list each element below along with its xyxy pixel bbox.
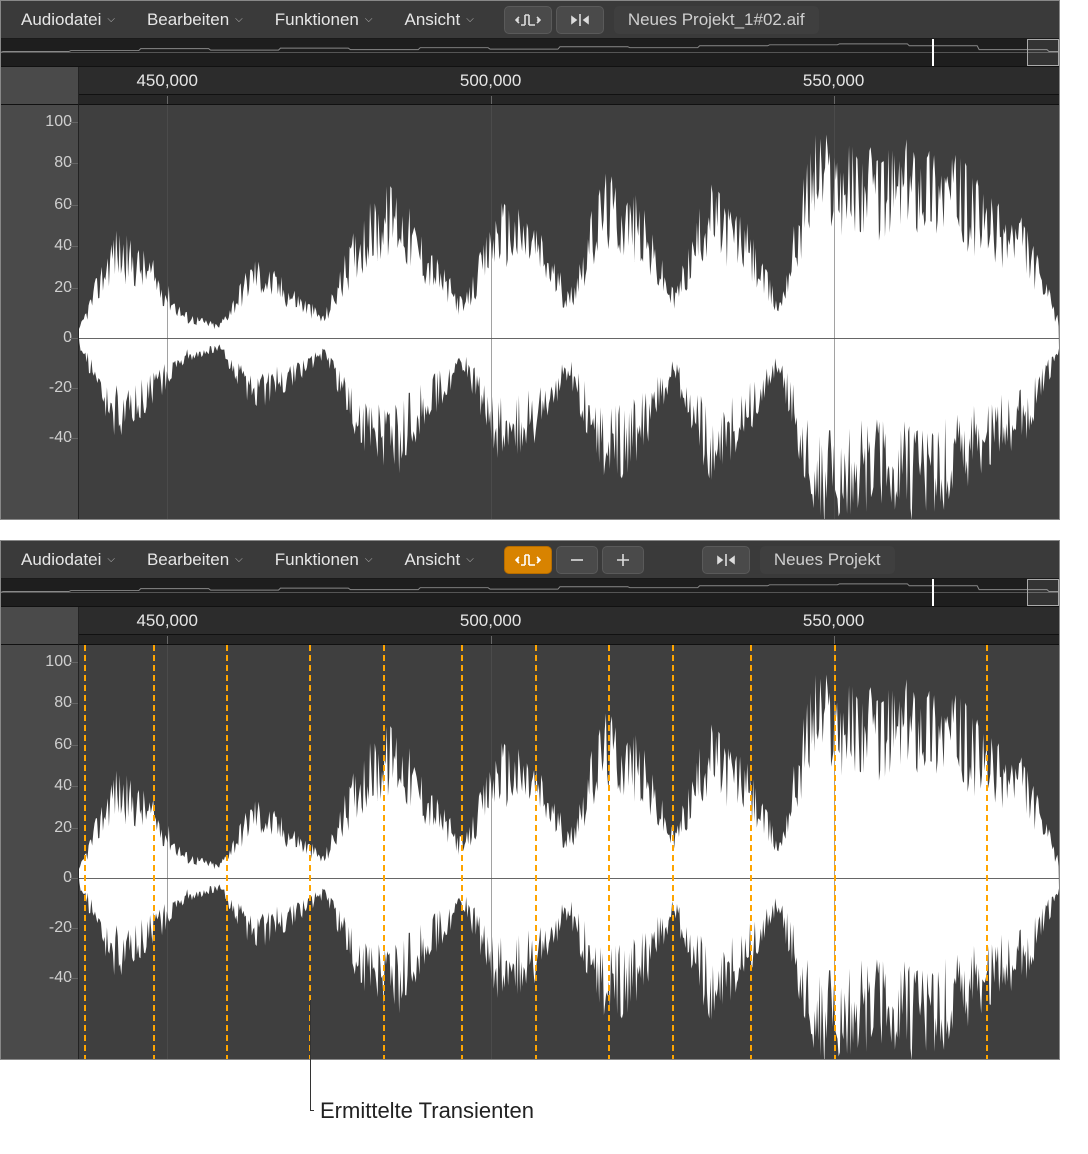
waveform-canvas-bottom[interactable] — [79, 645, 1059, 1060]
transient-marker[interactable] — [153, 645, 155, 1060]
menu-label: Bearbeiten — [147, 550, 229, 570]
plus-icon — [613, 553, 633, 567]
transient-marker[interactable] — [461, 645, 463, 1060]
minus-icon — [567, 553, 587, 567]
transient-edit-icon — [515, 11, 541, 29]
overview-view-window[interactable] — [1027, 39, 1059, 66]
amplitude-axis-top: 100806040200-20-40 — [1, 105, 79, 520]
waveform-area-top: 100806040200-20-40 — [1, 105, 1059, 520]
menu-label: Funktionen — [275, 10, 359, 30]
menu-label: Audiodatei — [21, 10, 101, 30]
menu-audiofile[interactable]: Audiodatei ⌵ — [7, 546, 129, 574]
remove-transient-button[interactable] — [556, 546, 598, 574]
callout-label: Ermittelte Transienten — [320, 1098, 534, 1124]
ruler-bottom[interactable]: 450,000 500,000 550,000 — [79, 607, 1059, 645]
menu-edit[interactable]: Bearbeiten ⌵ — [133, 6, 257, 34]
amplitude-axis-bottom: 100806040200-20-40 — [1, 645, 79, 1060]
overview-playhead[interactable] — [932, 39, 934, 66]
snap-to-transient-button[interactable] — [702, 546, 750, 574]
y-tick-label: -20 — [49, 919, 72, 937]
callout-line-h — [310, 1110, 314, 1111]
file-name-label: Neues Projekt_1#02.aif — [614, 6, 819, 34]
add-transient-button[interactable] — [602, 546, 644, 574]
chevron-down-icon: ⌵ — [235, 554, 243, 565]
menu-audiofile[interactable]: Audiodatei ⌵ — [7, 6, 129, 34]
snap-icon — [567, 11, 593, 29]
y-tick-label: -40 — [49, 969, 72, 987]
y-tick-label: -20 — [49, 379, 72, 397]
callout-line-v — [310, 1000, 311, 1110]
toolbar-top: Audiodatei ⌵ Bearbeiten ⌵ Funktionen ⌵ Ansi… — [1, 1, 1059, 39]
chevron-down-icon: ⌵ — [466, 14, 474, 25]
menu-view[interactable]: Ansicht ⌵ — [390, 6, 487, 34]
ruler-top[interactable]: 450,000 500,000 550,000 — [79, 67, 1059, 105]
transient-marker[interactable] — [672, 645, 674, 1060]
menu-edit[interactable]: Bearbeiten ⌵ — [133, 546, 257, 574]
overview-view-window[interactable] — [1027, 579, 1059, 606]
chevron-down-icon: ⌵ — [365, 554, 373, 565]
menu-functions[interactable]: Funktionen ⌵ — [261, 546, 387, 574]
overview-strip-bottom[interactable] — [1, 579, 1059, 607]
ruler-tick-label: 500,000 — [460, 611, 521, 631]
ruler-tick-label: 550,000 — [803, 71, 864, 91]
waveform-area-bottom: 100806040200-20-40 — [1, 645, 1059, 1060]
chevron-down-icon: ⌵ — [235, 14, 243, 25]
transient-marker[interactable] — [226, 645, 228, 1060]
y-tick-label: 100 — [45, 113, 72, 131]
snap-icon — [713, 551, 739, 569]
chevron-down-icon: ⌵ — [107, 14, 115, 25]
menu-label: Ansicht — [404, 10, 460, 30]
ruler-tick-label: 500,000 — [460, 71, 521, 91]
transient-edit-icon — [515, 551, 541, 569]
transient-marker[interactable] — [84, 645, 86, 1060]
transient-edit-button[interactable] — [504, 546, 552, 574]
waveform-svg — [79, 105, 1059, 520]
transient-edit-button[interactable] — [504, 6, 552, 34]
overview-strip-top[interactable] — [1, 39, 1059, 67]
overview-waveform — [1, 39, 1059, 66]
y-tick-label: 100 — [45, 653, 72, 671]
ruler-tick-label: 550,000 — [803, 611, 864, 631]
transient-marker[interactable] — [834, 645, 836, 1060]
transient-marker[interactable] — [383, 645, 385, 1060]
chevron-down-icon: ⌵ — [365, 14, 373, 25]
chevron-down-icon: ⌵ — [466, 554, 474, 565]
y-tick-label: -40 — [49, 429, 72, 447]
transient-marker[interactable] — [535, 645, 537, 1060]
overview-waveform — [1, 579, 1059, 606]
toolbar-bottom: Audiodatei ⌵ Bearbeiten ⌵ Funktionen ⌵ Ansi… — [1, 541, 1059, 579]
transient-marker[interactable] — [986, 645, 988, 1060]
audio-editor-pane-top: Audiodatei ⌵ Bearbeiten ⌵ Funktionen ⌵ Ansi… — [0, 0, 1060, 520]
file-name-label: Neues Projekt — [760, 546, 895, 574]
transient-marker[interactable] — [750, 645, 752, 1060]
waveform-canvas-top[interactable] — [79, 105, 1059, 520]
chevron-down-icon: ⌵ — [107, 554, 115, 565]
menu-view[interactable]: Ansicht ⌵ — [390, 546, 487, 574]
audio-editor-pane-bottom: Audiodatei ⌵ Bearbeiten ⌵ Funktionen ⌵ Ansi… — [0, 540, 1060, 1060]
transient-marker[interactable] — [608, 645, 610, 1060]
ruler-tick-label: 450,000 — [136, 611, 197, 631]
menu-label: Bearbeiten — [147, 10, 229, 30]
ruler-tick-label: 450,000 — [136, 71, 197, 91]
menu-label: Funktionen — [275, 550, 359, 570]
transient-marker[interactable] — [309, 645, 311, 1060]
menu-functions[interactable]: Funktionen ⌵ — [261, 6, 387, 34]
snap-to-transient-button[interactable] — [556, 6, 604, 34]
menu-label: Audiodatei — [21, 550, 101, 570]
menu-label: Ansicht — [404, 550, 460, 570]
overview-playhead[interactable] — [932, 579, 934, 606]
